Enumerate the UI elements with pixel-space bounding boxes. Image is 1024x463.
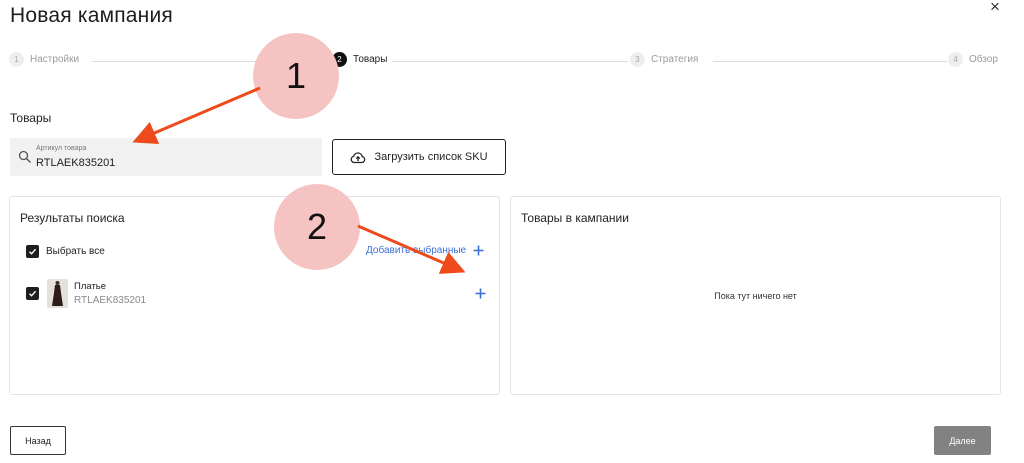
step-divider	[713, 61, 947, 62]
callout-number: 2	[306, 206, 328, 247]
item-sku: RTLAEK835201	[74, 295, 147, 306]
page-title: Новая кампания	[10, 4, 173, 27]
step-label: Настройки	[30, 54, 80, 65]
plus-icon	[473, 245, 484, 256]
sku-search-field[interactable]: Артикул товара	[10, 138, 322, 176]
step-label: Стратегия	[651, 54, 699, 65]
plus-icon	[475, 288, 486, 299]
step-label: Обзор	[969, 54, 998, 65]
add-selected-button[interactable]: Добавить выбранные	[366, 245, 484, 256]
step-number: 3	[630, 52, 645, 67]
next-button[interactable]: Далее	[934, 426, 991, 455]
upload-sku-label: Загрузить список SKU	[374, 151, 488, 163]
arrow-to-search-field	[132, 86, 261, 144]
product-thumbnail	[47, 279, 68, 308]
stepper: 1 Настройки 2 Товары 3 Стратегия 4 Обзор	[9, 52, 1002, 72]
cloud-upload-icon	[351, 151, 366, 163]
annotation-callout-1: 1	[253, 33, 339, 119]
search-input[interactable]	[36, 157, 306, 169]
step-number: 4	[948, 52, 963, 67]
dress-image	[47, 279, 68, 308]
empty-state-text: Пока тут ничего нет	[714, 291, 797, 301]
add-item-button[interactable]	[475, 286, 486, 304]
search-field-label: Артикул товара	[36, 145, 87, 152]
select-all-checkbox[interactable]	[26, 245, 39, 258]
search-results-panel: Результаты поиска Выбрать все Добавить в…	[9, 196, 500, 395]
checkmark-icon	[29, 248, 37, 255]
item-checkbox[interactable]	[26, 287, 39, 300]
step-settings[interactable]: 1 Настройки	[9, 52, 79, 67]
step-products[interactable]: 2 Товары	[332, 52, 387, 67]
upload-sku-button[interactable]: Загрузить список SKU	[332, 139, 506, 175]
campaign-products-panel: Товары в кампании Пока тут ничего нет	[510, 196, 1001, 395]
step-strategy[interactable]: 3 Стратегия	[630, 52, 698, 67]
step-divider	[392, 61, 628, 62]
callout-number: 1	[285, 55, 307, 96]
annotation-callout-2: 2	[274, 184, 360, 270]
step-number: 1	[9, 52, 24, 67]
add-selected-label: Добавить выбранные	[366, 245, 467, 256]
step-review[interactable]: 4 Обзор	[948, 52, 998, 67]
products-section-label: Товары	[10, 111, 52, 125]
search-icon	[18, 150, 31, 163]
step-label: Товары	[353, 54, 388, 65]
item-name: Платье	[74, 281, 107, 292]
checkmark-icon	[29, 290, 37, 297]
select-all-label: Выбрать все	[46, 246, 105, 257]
close-icon[interactable]: ×	[990, 0, 1000, 17]
campaign-products-title: Товары в кампании	[521, 211, 629, 225]
back-button[interactable]: Назад	[10, 426, 66, 455]
search-results-title: Результаты поиска	[20, 211, 125, 225]
